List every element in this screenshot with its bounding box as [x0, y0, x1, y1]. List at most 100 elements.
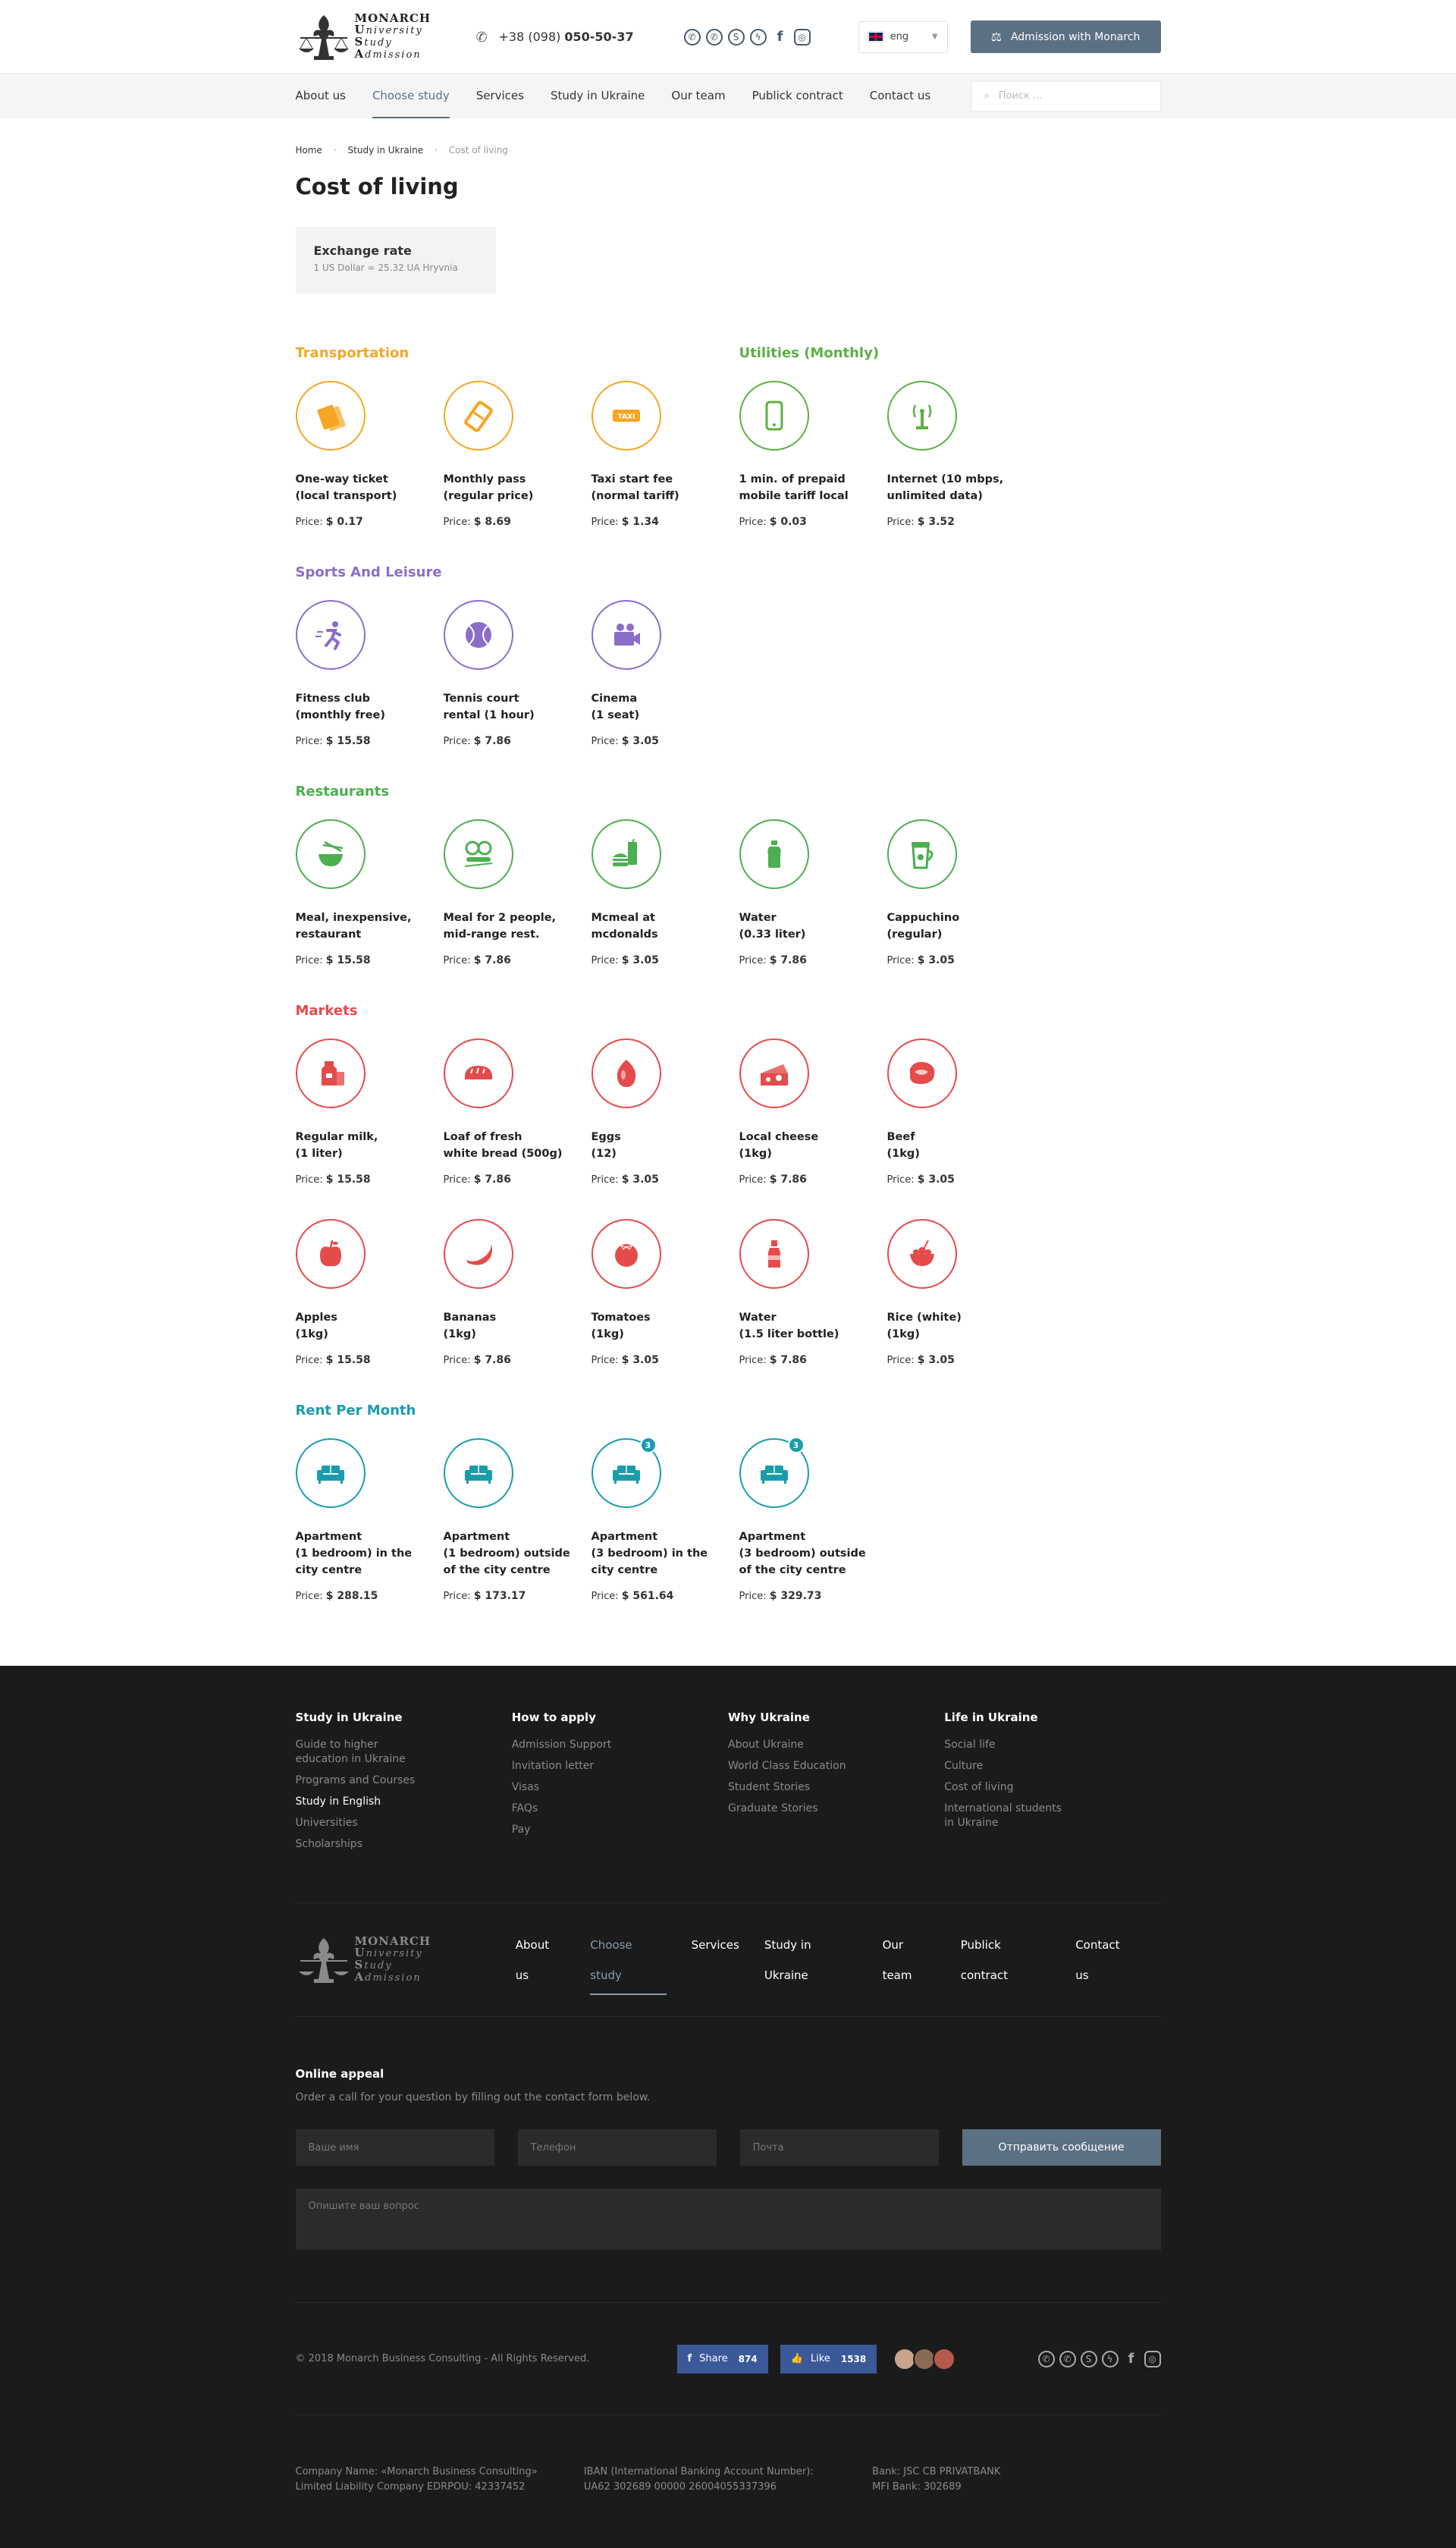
nav-public-contract[interactable]: Publick contract	[752, 74, 843, 118]
messenger-icon[interactable]: ϟ	[749, 28, 767, 46]
email-field[interactable]: Почта	[739, 2129, 939, 2166]
footer-column-title: Life in Ukraine	[944, 1711, 1038, 1724]
footer-link[interactable]: Admission Support	[512, 1738, 728, 1752]
footer-nav-about-us[interactable]: About us	[516, 1930, 566, 1990]
nav-choose-study[interactable]: Choose study	[372, 74, 450, 118]
viber-icon[interactable]: ✆	[705, 28, 723, 46]
footer-nav-our-team[interactable]: Our team	[883, 1930, 936, 1990]
facebook-like-button[interactable]: 👍 Like 1538	[780, 2344, 877, 2374]
footer-link[interactable]: Graduate Stories	[728, 1802, 944, 1816]
footer-link[interactable]: Culture	[944, 1759, 1160, 1774]
send-message-button[interactable]: Отправить сообщение	[962, 2129, 1161, 2166]
whatsapp-icon[interactable]: ✆	[1037, 2350, 1055, 2367]
item-icon-circle	[295, 381, 366, 451]
footer-nav-services[interactable]: Services	[692, 1930, 739, 1990]
footer-link[interactable]: Visas	[512, 1780, 728, 1795]
footer-link[interactable]: Student Stories	[728, 1780, 944, 1795]
skype-icon[interactable]: S	[1080, 2350, 1097, 2367]
facebook-icon[interactable]: f	[772, 29, 789, 46]
facebook-share-button[interactable]: f Share 874	[676, 2344, 768, 2374]
footer-link[interactable]: Scholarships	[296, 1837, 512, 1852]
share-label: Share	[699, 2353, 728, 2364]
instagram-icon[interactable]: ◎	[1144, 2350, 1161, 2367]
phone[interactable]: ✆ +38 (098) 050-50-37	[476, 30, 634, 46]
item-price: Price: $ 288.15	[296, 1590, 444, 1602]
price-value: $ 7.86	[769, 1173, 807, 1186]
name-field[interactable]: Ваше имя	[295, 2129, 494, 2166]
item-name: Loaf of fresh white bread (500g)	[443, 1131, 563, 1160]
nav-our-team[interactable]: Our team	[671, 74, 725, 118]
search-input[interactable]: ⌕ Поиск ...	[971, 80, 1161, 112]
phone-field[interactable]: Телефон	[517, 2129, 717, 2166]
breadcrumb-study-in-ukraine[interactable]: Study in Ukraine	[348, 145, 424, 156]
messenger-icon[interactable]: ϟ	[1101, 2350, 1119, 2367]
footer-link[interactable]: International students in Ukraine	[944, 1802, 1160, 1830]
cost-item: Beef (1kg) Price: $ 3.05	[886, 1038, 1035, 1186]
nav-services[interactable]: Services	[476, 74, 524, 118]
price-label: Price:	[886, 955, 915, 966]
footer-logo[interactable]: MONARCH University Study Admission	[296, 1935, 435, 1985]
item-name: One-way ticket (local transport)	[295, 473, 397, 502]
footer-nav-public-contract[interactable]: Publick contract	[961, 1930, 1050, 1990]
facebook-icon[interactable]: f	[1123, 2351, 1140, 2367]
group-rent: Rent Per Month Apartment (1 bedroom) in …	[295, 1403, 1161, 1602]
item-icon-circle	[739, 1219, 809, 1289]
item-price: Price: $ 3.05	[592, 1173, 739, 1186]
viber-icon[interactable]: ✆	[1059, 2350, 1076, 2367]
price-label: Price:	[295, 1591, 323, 1602]
breadcrumb-separator-icon: ›	[435, 146, 438, 154]
cost-item: One-way ticket (local transport) Price: …	[295, 381, 444, 528]
footer-link[interactable]: Study in English	[296, 1795, 512, 1809]
cost-item: Apples (1kg) Price: $ 15.58	[295, 1219, 444, 1366]
item-name: Local cheese (1kg)	[739, 1131, 819, 1160]
item-icon-circle	[591, 1219, 661, 1289]
logo[interactable]: MONARCH University Study Admission	[296, 12, 437, 62]
group-utilities: Utilities (Monthly) 1 min. of prepaid mo…	[739, 345, 1035, 528]
footer-link[interactable]: World Class Education	[728, 1759, 944, 1774]
nav-contact-us[interactable]: Contact us	[870, 74, 930, 118]
item-price: Price: $ 7.86	[739, 954, 887, 966]
footer-link[interactable]: FAQs	[512, 1802, 728, 1816]
nav-about-us[interactable]: About us	[296, 74, 346, 118]
footer-link[interactable]: Guide to higher education in Ukraine	[296, 1738, 512, 1767]
footer-link[interactable]: Programs and Courses	[296, 1774, 512, 1788]
language-select[interactable]: eng ▼	[858, 20, 948, 53]
friend-avatars	[893, 2347, 956, 2370]
group-restaurants: Restaurants Meal, inexpensive, restauran…	[295, 784, 1161, 966]
instagram-icon[interactable]: ◎	[793, 28, 811, 46]
nav-study-in-ukraine[interactable]: Study in Ukraine	[551, 74, 645, 118]
item-icon-circle: 3	[591, 1437, 661, 1508]
footer-link[interactable]: Universities	[296, 1816, 512, 1830]
footer-column-title: How to apply	[511, 1711, 596, 1724]
whatsapp-icon[interactable]: ✆	[683, 28, 701, 46]
cost-item: Meal for 2 people, mid-range rest. Price…	[443, 819, 592, 966]
group-title: Sports And Leisure	[295, 564, 442, 580]
footer-nav-choose-study[interactable]: Choose study	[590, 1930, 667, 1995]
footer-link[interactable]: Pay	[512, 1823, 728, 1837]
breadcrumb-home[interactable]: Home	[296, 145, 322, 156]
item-price: Price: $ 3.05	[887, 1354, 1035, 1366]
footer-nav-study-in-ukraine[interactable]: Study in Ukraine	[764, 1930, 858, 1990]
footer-link[interactable]: Cost of living	[944, 1780, 1160, 1795]
item-name: Apartment (1 bedroom) in the city centre	[295, 1531, 413, 1576]
exchange-rate-value: 1 US Dollar = 25.32 UA Hryvnia	[313, 262, 458, 273]
footer-nav-bar: MONARCH University Study Admission About…	[295, 1903, 1161, 2017]
price-label: Price:	[739, 517, 767, 528]
footer-link[interactable]: Social life	[944, 1738, 1160, 1752]
footer-link[interactable]: Invitation letter	[512, 1759, 728, 1774]
item-name: Apples (1kg)	[295, 1312, 337, 1340]
question-textarea[interactable]: Опишите ваш вопрос	[295, 2188, 1161, 2250]
footer-link[interactable]: About Ukraine	[728, 1738, 944, 1752]
cost-item: Tennis court rental (1 hour) Price: $ 7.…	[443, 600, 592, 747]
item-name: Rice (white) (1kg)	[886, 1312, 962, 1340]
item-icon-circle	[886, 819, 957, 889]
chevron-down-icon: ▼	[931, 33, 938, 41]
skype-icon[interactable]: S	[727, 28, 745, 46]
item-price: Price: $ 7.86	[739, 1354, 887, 1366]
price-label: Price:	[591, 1591, 619, 1602]
footer-nav-contact-us[interactable]: Contact us	[1075, 1930, 1135, 1990]
page-title: Cost of living	[295, 174, 459, 200]
item-icon-circle	[591, 819, 661, 889]
price-label: Price:	[591, 1355, 619, 1366]
admission-button[interactable]: ⚖ Admission with Monarch	[970, 20, 1161, 53]
